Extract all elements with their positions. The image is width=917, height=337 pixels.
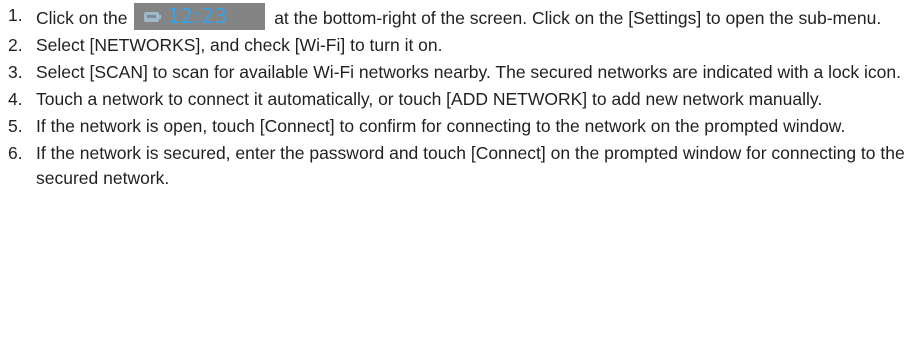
step-text-after: at the bottom-right of the screen. Click…: [274, 8, 882, 28]
step-6: 6. If the network is secured, enter the …: [8, 141, 913, 190]
step-text: Select [NETWORKS], and check [Wi-Fi] to …: [36, 35, 443, 55]
status-bar-clock: 12:23: [134, 3, 266, 30]
step-1: 1. Click on the 12:23 at the bottom-righ…: [8, 0, 913, 31]
step-5: 5. If the network is open, touch [Connec…: [8, 114, 913, 139]
step-3: 3. Select [SCAN] to scan for available W…: [8, 60, 913, 85]
step-number: 1.: [8, 5, 23, 25]
instruction-list: 1. Click on the 12:23 at the bottom-righ…: [8, 0, 913, 190]
step-4: 4. Touch a network to connect it automat…: [8, 87, 913, 112]
step-text: If the network is secured, enter the pas…: [36, 143, 905, 188]
step-text-before: Click on the: [36, 8, 128, 28]
step-number: 2.: [8, 35, 23, 55]
step-text: Touch a network to connect it automatica…: [36, 89, 823, 109]
clock-time: 12:23: [167, 4, 228, 28]
step-2: 2. Select [NETWORKS], and check [Wi-Fi] …: [8, 33, 913, 58]
step-number: 6.: [8, 143, 23, 163]
step-number: 5.: [8, 116, 23, 136]
step-number: 4.: [8, 89, 23, 109]
step-number: 3.: [8, 62, 23, 82]
step-text: Select [SCAN] to scan for available Wi-F…: [36, 62, 902, 82]
battery-icon: [144, 12, 162, 22]
step-text: If the network is open, touch [Connect] …: [36, 116, 846, 136]
